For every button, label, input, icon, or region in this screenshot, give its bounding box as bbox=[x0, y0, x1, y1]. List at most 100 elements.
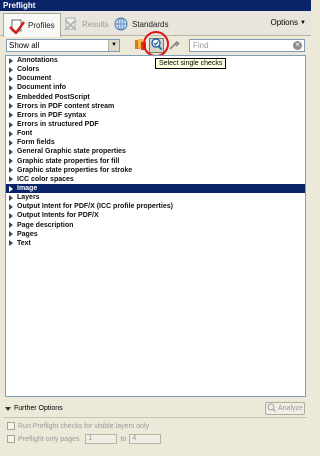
tab-standards[interactable]: Standards bbox=[108, 13, 173, 35]
expand-triangle-icon bbox=[9, 185, 13, 192]
list-item[interactable]: Errors in structured PDF bbox=[6, 120, 305, 129]
search-input[interactable]: Find ✕ bbox=[189, 39, 305, 52]
visible-layers-option: Run Preflight checks for visible layers … bbox=[7, 422, 149, 430]
page-to-input[interactable]: 4 bbox=[129, 434, 162, 444]
expand-triangle-icon bbox=[9, 148, 13, 155]
further-options-label: Further Options bbox=[14, 405, 63, 412]
window-title: Preflight bbox=[0, 0, 311, 11]
expand-triangle-icon bbox=[9, 84, 13, 91]
expand-triangle-icon bbox=[9, 103, 13, 110]
list-item-label: Form fields bbox=[17, 139, 55, 147]
expand-triangle-icon bbox=[9, 112, 13, 119]
analyze-label: Analyze bbox=[278, 405, 303, 412]
list-item[interactable]: Text bbox=[6, 239, 305, 248]
list-item[interactable]: Pages bbox=[6, 230, 305, 239]
list-item-label: Output Intent for PDF/X (ICC profile pro… bbox=[17, 203, 173, 211]
checks-list: Annotations Colors Document Document inf… bbox=[5, 55, 306, 397]
list-item-label: General Graphic state properties bbox=[17, 148, 126, 156]
only-pages-label: Preflight only pages bbox=[18, 435, 80, 443]
list-item-label: Pages bbox=[17, 230, 38, 238]
expand-triangle-icon bbox=[9, 75, 13, 82]
expand-triangle-icon bbox=[9, 167, 13, 174]
list-item-selected[interactable]: Image bbox=[6, 183, 305, 194]
expand-triangle-icon bbox=[9, 130, 13, 137]
visible-layers-label: Run Preflight checks for visible layers … bbox=[18, 422, 150, 430]
list-item-label: Document info bbox=[17, 84, 66, 92]
options-menu[interactable]: Options ▼ bbox=[270, 18, 306, 27]
expand-triangle-icon bbox=[9, 240, 13, 247]
tab-profiles[interactable]: Profiles bbox=[3, 13, 61, 37]
expand-triangle-icon bbox=[9, 203, 13, 210]
list-item[interactable]: Font bbox=[6, 129, 305, 138]
dropdown-arrow-icon: ▼ bbox=[108, 40, 119, 51]
filter-value: Show all bbox=[9, 41, 40, 50]
highlight-ring bbox=[143, 31, 169, 57]
further-options-toggle[interactable]: Further Options bbox=[5, 405, 63, 412]
list-item[interactable]: Document bbox=[6, 74, 305, 83]
expand-triangle-icon bbox=[9, 222, 13, 229]
expand-triangle-icon bbox=[9, 194, 13, 201]
list-item-label: Page description bbox=[17, 221, 74, 229]
expand-triangle-icon bbox=[9, 66, 13, 73]
list-item[interactable]: Form fields bbox=[6, 138, 305, 147]
list-item-label: Errors in PDF syntax bbox=[17, 111, 87, 119]
list-item-label: Font bbox=[17, 130, 33, 138]
list-item-label: Image bbox=[17, 185, 38, 193]
list-item-label: Layers bbox=[17, 194, 40, 202]
expand-triangle-icon bbox=[9, 94, 13, 101]
analyze-button[interactable]: Analyze bbox=[265, 402, 305, 415]
options-label: Options bbox=[270, 18, 299, 27]
list-item-label: Text bbox=[17, 239, 31, 247]
expand-triangle-icon bbox=[9, 139, 13, 146]
list-item-label: Graphic state properties for stroke bbox=[17, 166, 133, 174]
list-item-label: Graphic state properties for fill bbox=[17, 157, 120, 165]
collapse-triangle-icon bbox=[5, 406, 11, 411]
footer: Further Options Analyze Run Preflight ch… bbox=[0, 399, 311, 456]
list-item[interactable]: Page description bbox=[6, 221, 305, 230]
tab-results-label: Results bbox=[82, 19, 109, 29]
list-item[interactable]: General Graphic state properties bbox=[6, 147, 305, 156]
list-item[interactable]: Document info bbox=[6, 83, 305, 92]
clear-search-icon[interactable]: ✕ bbox=[293, 41, 302, 50]
list-item[interactable]: Layers bbox=[6, 193, 305, 202]
chevron-down-icon: ▼ bbox=[300, 19, 306, 26]
expand-triangle-icon bbox=[9, 121, 13, 128]
list-item[interactable]: Graphic state properties for stroke bbox=[6, 166, 305, 175]
list-item[interactable]: Graphic state properties for fill bbox=[6, 157, 305, 166]
standards-icon bbox=[113, 16, 129, 32]
list-item-label: Errors in structured PDF bbox=[17, 121, 99, 129]
footer-divider bbox=[4, 417, 307, 418]
list-item[interactable]: Errors in PDF syntax bbox=[6, 111, 305, 120]
list-item-label: Colors bbox=[17, 66, 40, 74]
expand-triangle-icon bbox=[9, 231, 13, 238]
profiles-icon bbox=[9, 18, 25, 35]
wrench-icon bbox=[168, 39, 180, 53]
list-item[interactable]: Embedded PostScript bbox=[6, 93, 305, 102]
expand-triangle-icon bbox=[9, 212, 13, 219]
visible-layers-checkbox[interactable] bbox=[7, 422, 15, 430]
tab-profiles-label: Profiles bbox=[28, 21, 55, 30]
search-placeholder: Find bbox=[193, 41, 209, 50]
results-icon bbox=[63, 16, 79, 32]
list-item-label: Embedded PostScript bbox=[17, 93, 90, 101]
filter-dropdown[interactable]: Show all ▼ bbox=[6, 39, 120, 52]
tooltip: Select single checks bbox=[155, 58, 227, 69]
list-item-label: Annotations bbox=[17, 57, 58, 65]
magnifier-icon bbox=[267, 403, 276, 414]
expand-triangle-icon bbox=[9, 57, 13, 64]
list-item[interactable]: Output Intents for PDF/X bbox=[6, 211, 305, 220]
tab-results[interactable]: Results bbox=[58, 13, 114, 35]
only-pages-checkbox[interactable] bbox=[7, 435, 15, 443]
to-label: to bbox=[120, 435, 127, 443]
list-item-label: Output Intents for PDF/X bbox=[17, 212, 99, 220]
list-item-label: ICC color spaces bbox=[17, 175, 74, 183]
list-item-label: Document bbox=[17, 75, 52, 83]
list-item[interactable]: Errors in PDF content stream bbox=[6, 102, 305, 111]
list-item[interactable]: Output Intent for PDF/X (ICC profile pro… bbox=[6, 202, 305, 211]
list-item[interactable]: ICC color spaces bbox=[6, 175, 305, 184]
only-pages-option: Preflight only pages 1 to 4 bbox=[7, 434, 162, 444]
list-item-label: Errors in PDF content stream bbox=[17, 102, 115, 110]
expand-triangle-icon bbox=[9, 176, 13, 183]
page-from-input[interactable]: 1 bbox=[85, 434, 118, 444]
tab-standards-label: Standards bbox=[132, 19, 169, 29]
